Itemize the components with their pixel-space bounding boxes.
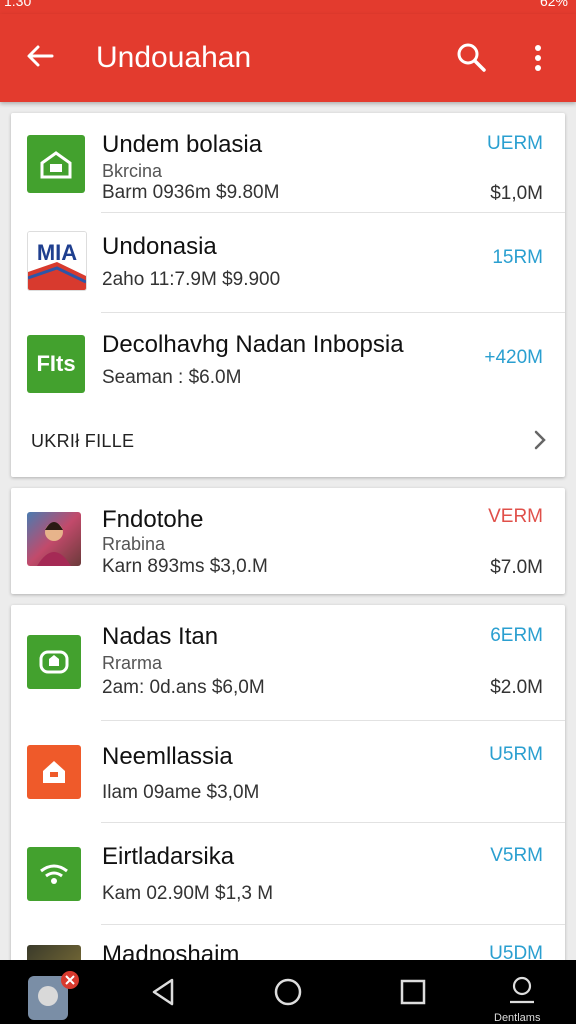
item-meta: Seaman : $6.0M xyxy=(102,367,242,388)
item-badge: UERM xyxy=(487,133,543,154)
house-app-icon xyxy=(27,745,81,799)
status-time: 1:30 xyxy=(4,0,32,9)
item-name: Undem bolasia xyxy=(102,131,263,158)
fits-app-icon: FIts xyxy=(27,335,85,393)
item-price: $1,0M xyxy=(490,183,543,204)
recents-square-icon[interactable] xyxy=(397,976,429,1008)
app-list-card: Undem bolasia Bkrcina Barm 0936m $9.80M … xyxy=(11,113,565,477)
building-app-icon xyxy=(27,135,85,193)
item-badge: V5RM xyxy=(490,845,543,866)
app-list-card: Fndotohe Rrabina Karn 893ms $3,0.M VERM … xyxy=(11,488,565,594)
item-price: $2.0M xyxy=(490,677,543,698)
app-thumbnail-icon[interactable] xyxy=(24,966,80,1022)
see-more-label: UKRIł FILLE xyxy=(31,431,135,451)
back-icon[interactable] xyxy=(148,976,180,1008)
status-bar: 1:30 62% xyxy=(0,0,576,14)
home-icon[interactable] xyxy=(272,976,304,1008)
search-icon[interactable] xyxy=(454,40,488,74)
list-item[interactable]: Neemllassia Ilam 09ame $3,0M U5RM xyxy=(11,721,565,823)
building-app-icon xyxy=(27,635,81,689)
item-badge: U5RM xyxy=(489,744,543,765)
chevron-right-icon xyxy=(534,430,546,450)
item-subtitle: Rrarma xyxy=(102,653,163,673)
wifi-app-icon xyxy=(27,847,81,901)
system-nav-bar: Dentlams xyxy=(0,960,576,1024)
item-name: Neemllassia xyxy=(102,743,233,770)
list-item[interactable]: MIA Undonasia 2aho 11:7.9M $9.900 15RM xyxy=(11,213,565,313)
item-meta: 2aho 11:7.9M $9.900 xyxy=(102,269,281,290)
mia-logo-text: MIA xyxy=(37,240,77,265)
item-badge: +420M xyxy=(484,347,543,368)
item-meta: Kam 02.90M $1,3 M xyxy=(102,883,274,904)
item-name: Undonasia xyxy=(102,233,217,260)
list-item[interactable]: Undem bolasia Bkrcina Barm 0936m $9.80M … xyxy=(11,113,565,213)
more-options-icon[interactable] xyxy=(526,42,550,74)
account-icon[interactable] xyxy=(506,974,538,1006)
list-item[interactable]: Eirtladarsika Kam 02.90M $1,3 M V5RM xyxy=(11,823,565,925)
item-badge: 6ERM xyxy=(490,625,543,646)
see-more-row[interactable]: UKRIł FILLE xyxy=(11,413,565,469)
item-subtitle: Bkrcina xyxy=(102,161,163,181)
item-meta: 2am: 0d.ans $6,0M xyxy=(102,677,265,698)
page-title: Undouahan xyxy=(96,41,252,74)
item-name: Decolhavhg Nadan Inbopsia xyxy=(102,331,404,358)
item-badge: 15RM xyxy=(492,247,543,268)
back-arrow-icon[interactable] xyxy=(24,40,56,72)
account-label: Dentlams xyxy=(494,1012,541,1024)
list-item[interactable]: FIts Decolhavhg Nadan Inbopsia Seaman : … xyxy=(11,313,565,413)
item-meta: Ilam 09ame $3,0M xyxy=(102,782,260,803)
list-item[interactable]: Fndotohe Rrabina Karn 893ms $3,0.M VERM … xyxy=(11,488,565,594)
status-battery: 62% xyxy=(539,0,568,9)
mia-logo-icon: MIA xyxy=(27,231,87,291)
item-badge: VERM xyxy=(488,506,543,527)
item-price: $7.0M xyxy=(490,557,543,578)
item-name: Fndotohe xyxy=(102,506,204,533)
item-meta: Karn 893ms $3,0.M xyxy=(102,556,268,577)
item-meta: Barm 0936m $9.80M xyxy=(102,182,280,203)
item-name: Eirtladarsika xyxy=(102,843,235,870)
app-bar: Undouahan xyxy=(0,14,576,102)
fits-icon-text: FIts xyxy=(36,351,76,376)
list-item[interactable]: Nadas Itan Rrarma 2am: 0d.ans $6,0M 6ERM… xyxy=(11,605,565,721)
app-list-card: Nadas Itan Rrarma 2am: 0d.ans $6,0M 6ERM… xyxy=(11,605,565,999)
person-photo-icon xyxy=(27,512,81,566)
item-name: Nadas Itan xyxy=(102,623,219,650)
item-subtitle: Rrabina xyxy=(102,534,166,554)
